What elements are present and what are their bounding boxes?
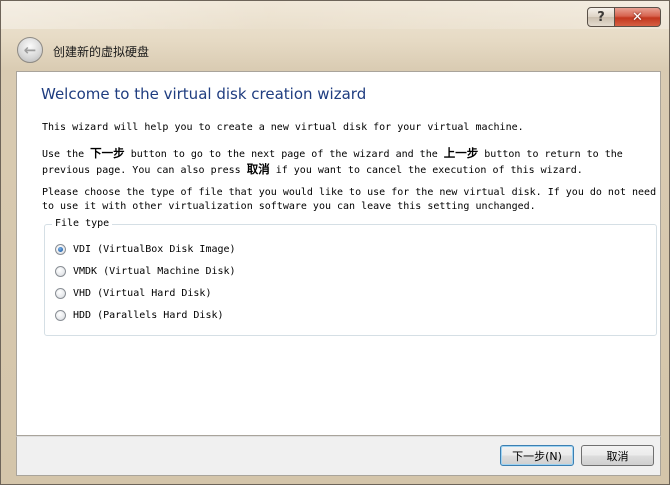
radio-label: VDI (VirtualBox Disk Image) xyxy=(73,243,236,255)
back-arrow-icon: ← xyxy=(23,41,37,59)
window-frame: ? ✕ ← 创建新的虚拟硬盘 Welcome to the virtual di… xyxy=(0,0,670,485)
close-button[interactable]: ✕ xyxy=(615,7,661,27)
file-type-group: File type VDI (VirtualBox Disk Image) VM… xyxy=(44,218,657,336)
cancel-term: 取消 xyxy=(246,162,270,176)
button-bar: 下一步(N) 取消 xyxy=(16,436,661,476)
radio-label: HDD (Parallels Hard Disk) xyxy=(73,309,224,321)
back-term: 上一步 xyxy=(443,146,479,160)
back-button[interactable]: ← xyxy=(17,37,43,63)
radio-option-vmdk[interactable]: VMDK (Virtual Machine Disk) xyxy=(55,264,236,278)
intro-text: This wizard will help you to create a ne… xyxy=(42,122,524,133)
choose-type-text: Please choose the type of file that you … xyxy=(42,187,657,212)
file-type-legend: File type xyxy=(52,218,113,229)
radio-button[interactable] xyxy=(55,265,66,277)
next-term: 下一步 xyxy=(90,146,125,160)
next-button[interactable]: 下一步(N) xyxy=(500,445,574,466)
nav-text-part: if you want to cancel the execution of t… xyxy=(269,165,583,176)
radio-button-checked[interactable] xyxy=(55,243,66,255)
nav-text-part: button to go to the next page of the wiz… xyxy=(124,149,444,160)
page-title: Welcome to the virtual disk creation wiz… xyxy=(41,85,367,103)
navigation-text: Use the 下一步 button to go to the next pag… xyxy=(42,146,657,178)
nav-text-part: Use the xyxy=(42,149,91,160)
radio-label: VMDK (Virtual Machine Disk) xyxy=(73,265,236,277)
radio-button[interactable] xyxy=(55,287,66,299)
radio-option-hdd[interactable]: HDD (Parallels Hard Disk) xyxy=(55,308,224,322)
help-button[interactable]: ? xyxy=(587,7,615,27)
caption-buttons: ? ✕ xyxy=(587,7,661,27)
close-icon: ✕ xyxy=(632,9,643,25)
help-icon: ? xyxy=(597,9,605,25)
radio-button[interactable] xyxy=(55,309,66,321)
wizard-content: Welcome to the virtual disk creation wiz… xyxy=(16,71,661,436)
cancel-button[interactable]: 取消 xyxy=(581,445,654,466)
window-title: 创建新的虚拟硬盘 xyxy=(53,45,150,59)
radio-option-vhd[interactable]: VHD (Virtual Hard Disk) xyxy=(55,286,211,300)
radio-label: VHD (Virtual Hard Disk) xyxy=(73,287,212,299)
radio-option-vdi[interactable]: VDI (VirtualBox Disk Image) xyxy=(55,242,236,256)
